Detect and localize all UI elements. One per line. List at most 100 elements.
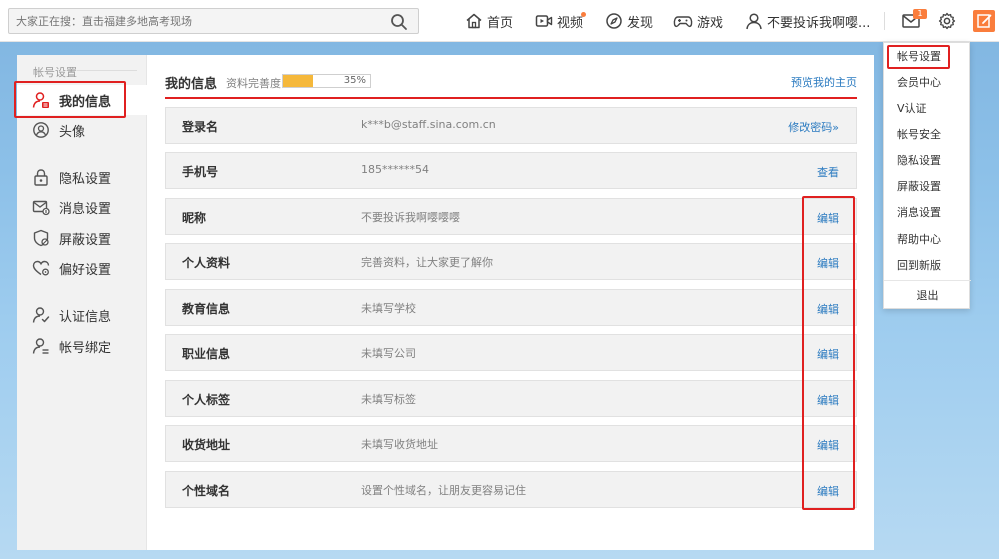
- shield-icon: [33, 229, 49, 247]
- sidebar-item-label: 头像: [59, 124, 86, 140]
- nav-discover-label: 发现: [627, 15, 654, 31]
- dropdown-item-new-version[interactable]: 回到新版: [884, 253, 971, 279]
- dropdown-item-account-settings[interactable]: 帐号设置: [884, 44, 971, 70]
- message-icon: [32, 200, 50, 216]
- settings-panel: 帐号设置 我的信息 头像 隐私设置 消息设置 屏蔽设置 偏好设置 认证信息 帐号…: [14, 55, 874, 550]
- nav-home-label: 首页: [487, 15, 514, 31]
- sidebar-item-my-info[interactable]: 我的信息: [17, 85, 148, 115]
- preview-homepage-link[interactable]: 预览我的主页: [791, 74, 857, 90]
- notification-badge: 1: [913, 9, 927, 19]
- sidebar-group-divider: [77, 70, 137, 71]
- dropdown-item-security[interactable]: 帐号安全: [884, 122, 971, 148]
- edit-profile-link[interactable]: 编辑: [817, 255, 839, 271]
- dropdown-item-membership[interactable]: 会员中心: [884, 70, 971, 96]
- edit-domain-link[interactable]: 编辑: [817, 483, 839, 499]
- dropdown-item-privacy[interactable]: 隐私设置: [884, 148, 971, 174]
- edit-career-link[interactable]: 编辑: [817, 346, 839, 362]
- dropdown-item-messages[interactable]: 消息设置: [884, 200, 971, 226]
- dropdown-divider: [884, 280, 971, 281]
- sidebar-item-label: 隐私设置: [59, 171, 112, 187]
- row-value: 未填写标签: [361, 393, 416, 406]
- row-label: 手机号: [182, 165, 219, 179]
- info-row-tags: 个人标签 未填写标签 编辑: [165, 380, 857, 417]
- top-bar: 首页 视频 发现 游戏 不要投诉我啊嘤... 1: [0, 0, 999, 42]
- info-row-address: 收货地址 未填写收货地址 编辑: [165, 425, 857, 462]
- row-value: k***b@staff.sina.com.cn: [361, 118, 496, 131]
- dropdown-item-block[interactable]: 屏蔽设置: [884, 174, 971, 200]
- nav-user[interactable]: 不要投诉我啊嘤...: [745, 11, 870, 31]
- info-row-career: 职业信息 未填写公司 编辑: [165, 334, 857, 371]
- nav-video-label: 视频: [557, 15, 584, 31]
- completeness-value: 35%: [343, 75, 366, 86]
- completeness-progress: 35%: [282, 74, 371, 88]
- edit-icon: [977, 14, 992, 28]
- nav-divider: [884, 12, 885, 30]
- edit-tags-link[interactable]: 编辑: [817, 392, 839, 408]
- sidebar-item-label: 认证信息: [59, 309, 112, 325]
- nav-game-label: 游戏: [697, 15, 724, 31]
- row-label: 登录名: [182, 120, 219, 134]
- main-header: 我的信息 资料完善度 35% 预览我的主页: [165, 71, 857, 99]
- bind-icon: [32, 338, 49, 354]
- nav-game[interactable]: 游戏: [673, 11, 723, 31]
- dropdown-item-help[interactable]: 帮助中心: [884, 227, 971, 253]
- sidebar-item-label: 帐号绑定: [59, 340, 112, 356]
- info-row-login: 登录名 k***b@staff.sina.com.cn 修改密码»: [165, 107, 857, 144]
- profile-icon: [32, 92, 49, 108]
- search-icon[interactable]: [390, 13, 408, 31]
- search-input[interactable]: [9, 9, 379, 33]
- row-label: 个性域名: [182, 484, 231, 498]
- row-value: 185******54: [361, 163, 429, 176]
- row-label: 收货地址: [182, 438, 231, 452]
- row-label: 昵称: [182, 211, 207, 225]
- row-label: 个人资料: [182, 256, 231, 270]
- gear-icon[interactable]: [938, 12, 956, 30]
- sidebar-item-messages[interactable]: 消息设置: [17, 192, 147, 222]
- nav-user-label: 不要投诉我啊嘤...: [767, 15, 871, 31]
- settings-dropdown: 帐号设置 会员中心 V认证 帐号安全 隐私设置 屏蔽设置 消息设置 帮助中心 回…: [883, 42, 971, 309]
- row-value: 未填写公司: [361, 347, 416, 360]
- row-label: 个人标签: [182, 393, 231, 407]
- row-label: 职业信息: [182, 347, 231, 361]
- video-icon: [535, 15, 553, 27]
- info-row-domain: 个性域名 设置个性域名，让朋友更容易记住 编辑: [165, 471, 857, 508]
- sidebar-item-preferences[interactable]: 偏好设置: [17, 253, 147, 283]
- sidebar-item-avatar[interactable]: 头像: [17, 115, 147, 145]
- row-label: 教育信息: [182, 302, 231, 316]
- page-title: 我的信息: [165, 77, 218, 92]
- edit-education-link[interactable]: 编辑: [817, 301, 839, 317]
- info-row-education: 教育信息 未填写学校 编辑: [165, 289, 857, 326]
- dropdown-item-verification[interactable]: V认证: [884, 96, 971, 122]
- user-icon: [746, 13, 762, 30]
- row-value: 未填写学校: [361, 302, 416, 315]
- verify-icon: [32, 307, 50, 323]
- sidebar-item-account-binding[interactable]: 帐号绑定: [17, 331, 147, 361]
- video-new-dot: [581, 12, 586, 17]
- nav-video[interactable]: 视频: [535, 11, 583, 31]
- compose-button[interactable]: [973, 10, 995, 32]
- sidebar-item-label: 屏蔽设置: [59, 232, 112, 248]
- home-icon: [466, 13, 482, 29]
- sidebar: 帐号设置 我的信息 头像 隐私设置 消息设置 屏蔽设置 偏好设置 认证信息 帐号…: [17, 55, 148, 550]
- change-password-link[interactable]: 修改密码»: [788, 119, 839, 135]
- info-row-nickname: 昵称 不要投诉我啊嘤嘤嘤 编辑: [165, 198, 857, 235]
- sidebar-item-label: 偏好设置: [59, 262, 112, 278]
- avatar-icon: [33, 122, 49, 138]
- info-row-profile: 个人资料 完善资料，让大家更了解你 编辑: [165, 243, 857, 280]
- sidebar-item-block[interactable]: 屏蔽设置: [17, 223, 147, 253]
- lock-icon: [34, 169, 48, 186]
- search-box: [8, 8, 419, 34]
- info-row-phone: 手机号 185******54 查看: [165, 152, 857, 189]
- nav-home[interactable]: 首页: [465, 11, 513, 31]
- edit-nickname-link[interactable]: 编辑: [817, 210, 839, 226]
- sidebar-item-verification[interactable]: 认证信息: [17, 300, 147, 330]
- row-value: 完善资料，让大家更了解你: [361, 256, 493, 269]
- view-phone-link[interactable]: 查看: [817, 164, 839, 180]
- compass-icon: [606, 13, 622, 29]
- sidebar-item-privacy[interactable]: 隐私设置: [17, 162, 147, 192]
- heart-icon: [32, 260, 50, 276]
- sidebar-item-label: 我的信息: [59, 94, 112, 110]
- edit-address-link[interactable]: 编辑: [817, 437, 839, 453]
- nav-discover[interactable]: 发现: [605, 11, 653, 31]
- dropdown-item-logout[interactable]: 退出: [884, 283, 971, 309]
